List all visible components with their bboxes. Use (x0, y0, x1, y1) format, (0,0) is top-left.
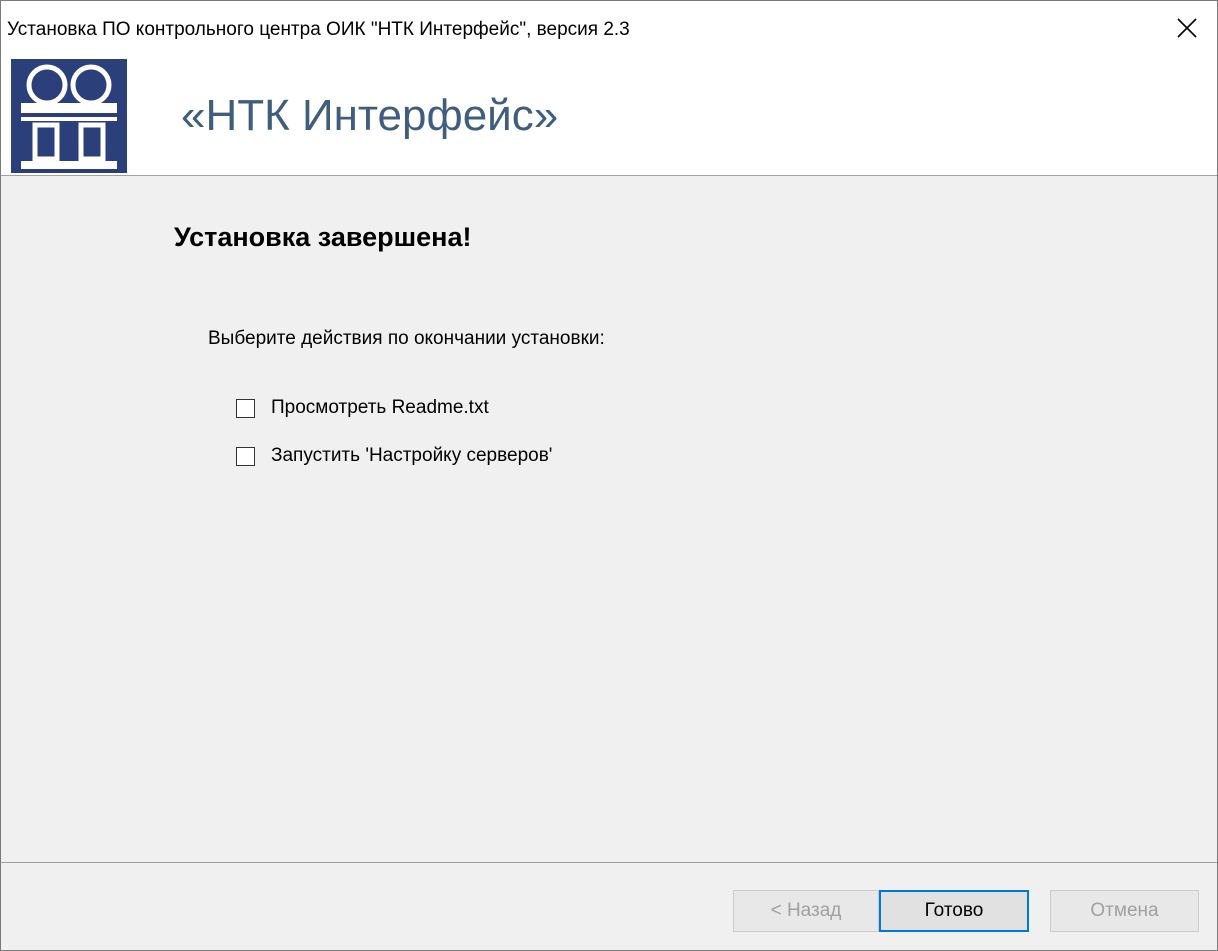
ntk-logo-icon (11, 59, 127, 173)
view-readme-checkbox[interactable] (236, 398, 255, 418)
installer-window: Установка ПО контрольного центра ОИК "НТ… (0, 0, 1218, 951)
view-readme-option[interactable]: Просмотреть Readme.txt (236, 397, 489, 419)
installer-header: «НТК Интерфейс» (1, 55, 1217, 176)
window-title: Установка ПО контрольного центра ОИК "НТ… (7, 19, 630, 40)
back-button[interactable]: < Назад (733, 890, 879, 932)
close-button[interactable] (1157, 1, 1217, 55)
cancel-button[interactable]: Отмена (1050, 890, 1199, 932)
button-bar: < Назад Готово Отмена (1, 862, 1217, 950)
content-area: Установка завершена! Выберите действия п… (1, 176, 1217, 862)
launch-server-setup-option[interactable]: Запустить 'Настройку серверов' (236, 445, 552, 467)
launch-server-setup-label: Запустить 'Настройку серверов' (271, 445, 553, 466)
title-bar: Установка ПО контрольного центра ОИК "НТ… (1, 1, 1217, 55)
view-readme-label: Просмотреть Readme.txt (271, 397, 489, 418)
launch-server-setup-checkbox[interactable] (236, 446, 255, 466)
brand-title: «НТК Интерфейс» (181, 91, 559, 140)
actions-prompt: Выберите действия по окончании установки… (208, 328, 605, 349)
page-title: Установка завершена! (174, 222, 472, 252)
finish-button[interactable]: Готово (879, 890, 1029, 932)
close-icon (1177, 18, 1197, 38)
